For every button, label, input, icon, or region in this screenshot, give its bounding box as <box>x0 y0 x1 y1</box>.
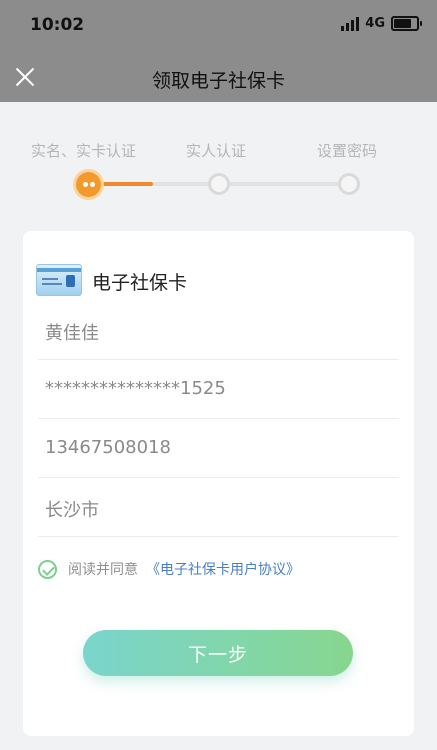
step-dot-active <box>76 172 101 197</box>
agreement-row: 阅读并同意 《电子社保卡用户协议》 <box>38 559 300 579</box>
id-number-value: ***************1525 <box>45 378 226 399</box>
city-value: 长沙市 <box>45 500 99 521</box>
step-label-realname: 实名、实卡认证 <box>31 142 137 160</box>
check-circle-icon[interactable] <box>38 559 57 579</box>
page-title: 领取电子社保卡 <box>151 70 285 92</box>
step-track-2 <box>228 182 340 186</box>
name-field[interactable]: 黄佳佳 <box>38 301 399 360</box>
agreement-text: 阅读并同意 <box>68 562 138 578</box>
nav-bar: 领取电子社保卡 <box>0 52 437 102</box>
phone-value: 13467508018 <box>45 437 171 458</box>
form-card: 电子社保卡 黄佳佳 ***************1525 1346750801… <box>23 231 414 736</box>
status-time: 10:02 <box>30 15 85 35</box>
phone-field[interactable]: 13467508018 <box>38 419 399 478</box>
next-step-button[interactable]: 下一步 <box>83 630 353 676</box>
agreement-link[interactable]: 《电子社保卡用户协议》 <box>146 559 300 579</box>
city-field[interactable]: 长沙市 <box>38 478 399 537</box>
step-dot-face <box>208 173 230 195</box>
social-security-card-icon <box>36 264 82 296</box>
step-track-progress <box>100 182 153 186</box>
step-dot-password <box>338 173 360 195</box>
id-number-field[interactable]: ***************1525 <box>38 360 399 419</box>
step-label-face: 实人认证 <box>186 142 247 160</box>
card-title: 电子社保卡 <box>92 272 188 294</box>
network-type: 4G <box>365 16 385 31</box>
name-value: 黄佳佳 <box>45 323 99 344</box>
status-bar: 10:02 4G <box>0 0 437 52</box>
status-indicators: 4G <box>341 16 422 31</box>
battery-icon <box>391 16 422 31</box>
signal-icon <box>341 16 360 31</box>
step-label-password: 设置密码 <box>317 142 378 160</box>
